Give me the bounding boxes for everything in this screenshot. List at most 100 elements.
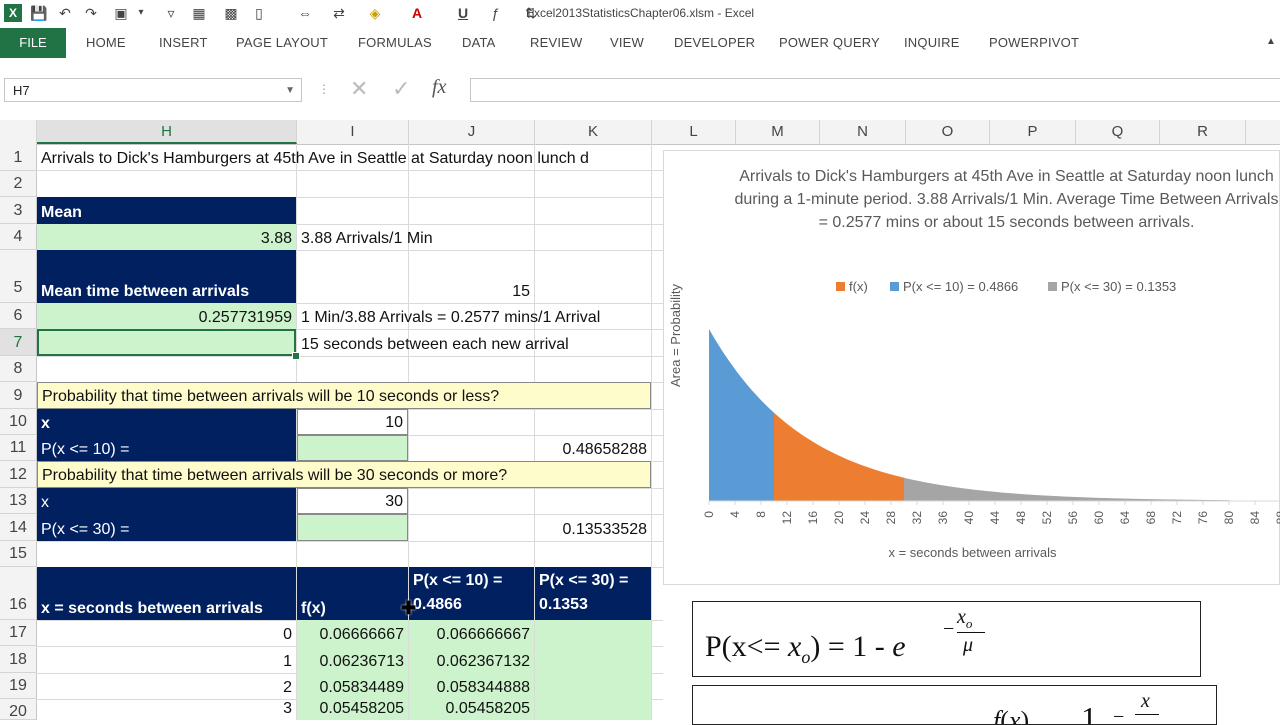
table-cell-fx[interactable]: 0.06236713 xyxy=(297,646,408,673)
row-header[interactable]: 16 xyxy=(0,567,36,620)
table-cell-p10[interactable]: 0.058344888 xyxy=(409,673,534,699)
area-series[interactable] xyxy=(904,477,1229,501)
cell-h4[interactable]: 3.88 xyxy=(37,224,296,250)
select-all-corner[interactable] xyxy=(0,120,37,144)
col-header-n[interactable]: N xyxy=(820,120,906,144)
col-header-m[interactable]: M xyxy=(736,120,820,144)
formula-box-2[interactable]: f(x) 1 − x xyxy=(692,685,1217,725)
row-header[interactable]: 7 xyxy=(0,329,36,356)
table-cell-x[interactable]: 3 xyxy=(37,699,296,720)
table-cell-fx[interactable]: 0.06666667 xyxy=(297,620,408,646)
row-header[interactable]: 18 xyxy=(0,646,36,673)
row-header[interactable]: 20 xyxy=(0,699,36,720)
table-cell-p30[interactable] xyxy=(535,620,651,646)
row-header[interactable]: 19 xyxy=(0,673,36,699)
cell-h1[interactable]: Arrivals to Dick's Hamburgers at 45th Av… xyxy=(37,144,593,170)
col-header-p[interactable]: P xyxy=(990,120,1076,144)
table-cell-p10[interactable]: 0.066666667 xyxy=(409,620,534,646)
cell-h13[interactable]: x xyxy=(37,488,296,514)
row-header[interactable]: 10 xyxy=(0,409,36,435)
cell-h5[interactable]: Mean time between arrivals xyxy=(37,250,296,303)
table-cell-p10[interactable]: 0.05458205 xyxy=(409,699,534,720)
tab-review[interactable]: REVIEW xyxy=(530,35,582,50)
col-header-h[interactable]: H xyxy=(37,120,297,144)
tab-formulas[interactable]: FORMULAS xyxy=(358,35,432,50)
row-header[interactable]: 5 xyxy=(0,250,36,303)
table-cell-x[interactable]: 2 xyxy=(37,673,296,699)
col-header-j[interactable]: J xyxy=(409,120,535,144)
table-cell-x[interactable]: 0 xyxy=(37,620,296,646)
tab-developer[interactable]: DEVELOPER xyxy=(674,35,755,50)
cell-k16[interactable]: P(x <= 30) = 0.1353 xyxy=(535,567,651,620)
row-header[interactable]: 12 xyxy=(0,461,36,488)
insert-function-icon[interactable]: fx xyxy=(432,76,446,99)
table-cell-p30[interactable] xyxy=(535,673,651,699)
row-header[interactable]: 2 xyxy=(0,171,36,197)
cell-i11[interactable] xyxy=(297,435,408,461)
cell-h9[interactable]: Probability that time between arrivals w… xyxy=(37,382,651,409)
table-cell-x[interactable]: 1 xyxy=(37,646,296,673)
cell-i16[interactable]: f(x) xyxy=(297,567,408,620)
tab-view[interactable]: VIEW xyxy=(610,35,644,50)
formula-box-1[interactable]: P(x<= xo) = 1 - e − xo μ xyxy=(692,601,1201,677)
row-header[interactable]: 4 xyxy=(0,224,36,250)
cancel-icon[interactable]: ✕ xyxy=(350,78,368,100)
cell-i6[interactable]: 1 Min/3.88 Arrivals = 0.2577 mins/1 Arri… xyxy=(297,303,604,329)
cell-h3[interactable]: Mean xyxy=(37,197,296,224)
area-series[interactable] xyxy=(709,329,774,501)
table-cell-p30[interactable] xyxy=(535,699,651,720)
row-header[interactable]: 1 xyxy=(0,144,36,171)
tab-page-layout[interactable]: PAGE LAYOUT xyxy=(236,35,328,50)
tab-insert[interactable]: INSERT xyxy=(159,35,208,50)
name-box[interactable]: H7 ▼ xyxy=(4,78,302,102)
tab-power-query[interactable]: POWER QUERY xyxy=(779,35,880,50)
col-header-i[interactable]: I xyxy=(297,120,409,144)
col-header-l[interactable]: L xyxy=(652,120,736,144)
chart-object[interactable]: Arrivals to Dick's Hamburgers at 45th Av… xyxy=(663,150,1280,585)
table-cell-p10[interactable]: 0.062367132 xyxy=(409,646,534,673)
row-header[interactable]: 8 xyxy=(0,356,36,382)
cell-h6[interactable]: 0.257731959 xyxy=(37,303,296,329)
area-series[interactable] xyxy=(774,412,904,501)
table-cell-fx[interactable]: 0.05458205 xyxy=(297,699,408,720)
cell-h7-selected[interactable] xyxy=(37,329,296,356)
col-header-o[interactable]: O xyxy=(906,120,990,144)
tab-data[interactable]: DATA xyxy=(462,35,496,50)
formula-input[interactable] xyxy=(470,78,1280,102)
cell-k11[interactable]: 0.48658288 xyxy=(535,435,651,461)
cell-j5[interactable]: 15 xyxy=(409,250,534,303)
cell-h16[interactable]: x = seconds between arrivals xyxy=(37,567,296,620)
cell-i4[interactable]: 3.88 Arrivals/1 Min xyxy=(297,224,437,250)
row-header[interactable]: 11 xyxy=(0,435,36,461)
tab-inquire[interactable]: INQUIRE xyxy=(904,35,960,50)
enter-icon[interactable]: ✓ xyxy=(392,78,410,100)
cell-i13[interactable]: 30 xyxy=(297,488,408,514)
row-header[interactable]: 15 xyxy=(0,541,36,567)
tab-powerpivot[interactable]: POWERPIVOT xyxy=(989,35,1079,50)
cell-j16[interactable]: P(x <= 10) = 0.4866 xyxy=(409,567,534,620)
row-header[interactable]: 13 xyxy=(0,488,36,514)
cell-i14[interactable] xyxy=(297,514,408,541)
row-header[interactable]: 14 xyxy=(0,514,36,541)
collapse-ribbon-icon[interactable]: ▲ xyxy=(1266,36,1276,47)
row-header[interactable]: 9 xyxy=(0,382,36,409)
cell-h11[interactable]: P(x <= 10) = xyxy=(37,435,296,461)
cell-h10[interactable]: x xyxy=(37,409,296,435)
col-header-r[interactable]: R xyxy=(1160,120,1246,144)
table-cell-fx[interactable]: 0.05834489 xyxy=(297,673,408,699)
cell-i10[interactable]: 10 xyxy=(297,409,408,435)
cell-h14[interactable]: P(x <= 30) = xyxy=(37,514,296,541)
row-header[interactable]: 6 xyxy=(0,303,36,329)
cell-k14[interactable]: 0.13533528 xyxy=(535,514,651,541)
tab-home[interactable]: HOME xyxy=(86,35,126,50)
col-header-s[interactable] xyxy=(1246,120,1280,144)
col-header-q[interactable]: Q xyxy=(1076,120,1160,144)
col-header-k[interactable]: K xyxy=(535,120,652,144)
table-cell-p30[interactable] xyxy=(535,646,651,673)
tab-file[interactable]: FILE xyxy=(0,28,66,58)
cell-h12[interactable]: Probability that time between arrivals w… xyxy=(37,461,651,488)
chevron-down-icon[interactable]: ▼ xyxy=(285,79,295,103)
row-header[interactable]: 3 xyxy=(0,197,36,224)
row-header[interactable]: 17 xyxy=(0,620,36,646)
cell-i7[interactable]: 15 seconds between each new arrival xyxy=(297,329,573,356)
